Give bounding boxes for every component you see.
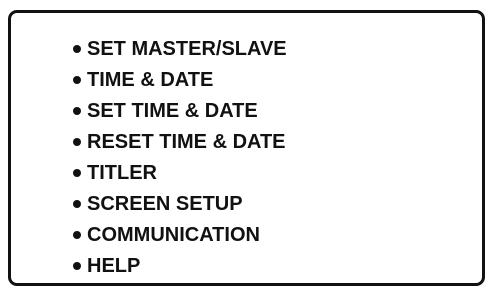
menu-item-reset-time-date[interactable]: RESET TIME & DATE — [73, 126, 287, 157]
menu-item-label: SET MASTER/SLAVE — [87, 37, 287, 60]
bullet-icon — [73, 44, 81, 53]
menu-item-label: HELP — [87, 254, 141, 277]
menu-item-screen-setup[interactable]: SCREEN SETUP — [73, 188, 287, 219]
menu-item-label: TIME & DATE — [87, 68, 214, 91]
menu-item-set-time-date[interactable]: SET TIME & DATE — [73, 95, 287, 126]
menu-item-label: COMMUNICATION — [87, 223, 260, 246]
bullet-icon — [73, 168, 81, 177]
bullet-icon — [73, 106, 81, 115]
menu-item-time-date[interactable]: TIME & DATE — [73, 64, 287, 95]
bullet-icon — [73, 261, 81, 270]
menu-panel: SET MASTER/SLAVE TIME & DATE SET TIME & … — [8, 10, 485, 286]
bullet-icon — [73, 230, 81, 239]
bullet-icon — [73, 75, 81, 84]
menu-item-help[interactable]: HELP — [73, 250, 287, 281]
menu-list: SET MASTER/SLAVE TIME & DATE SET TIME & … — [73, 33, 287, 281]
menu-item-communication[interactable]: COMMUNICATION — [73, 219, 287, 250]
menu-item-set-master-slave[interactable]: SET MASTER/SLAVE — [73, 33, 287, 64]
menu-item-titler[interactable]: TITLER — [73, 157, 287, 188]
bullet-icon — [73, 137, 81, 146]
menu-item-label: SCREEN SETUP — [87, 192, 243, 215]
menu-item-label: SET TIME & DATE — [87, 99, 258, 122]
menu-item-label: RESET TIME & DATE — [87, 130, 286, 153]
bullet-icon — [73, 199, 81, 208]
menu-item-label: TITLER — [87, 161, 157, 184]
